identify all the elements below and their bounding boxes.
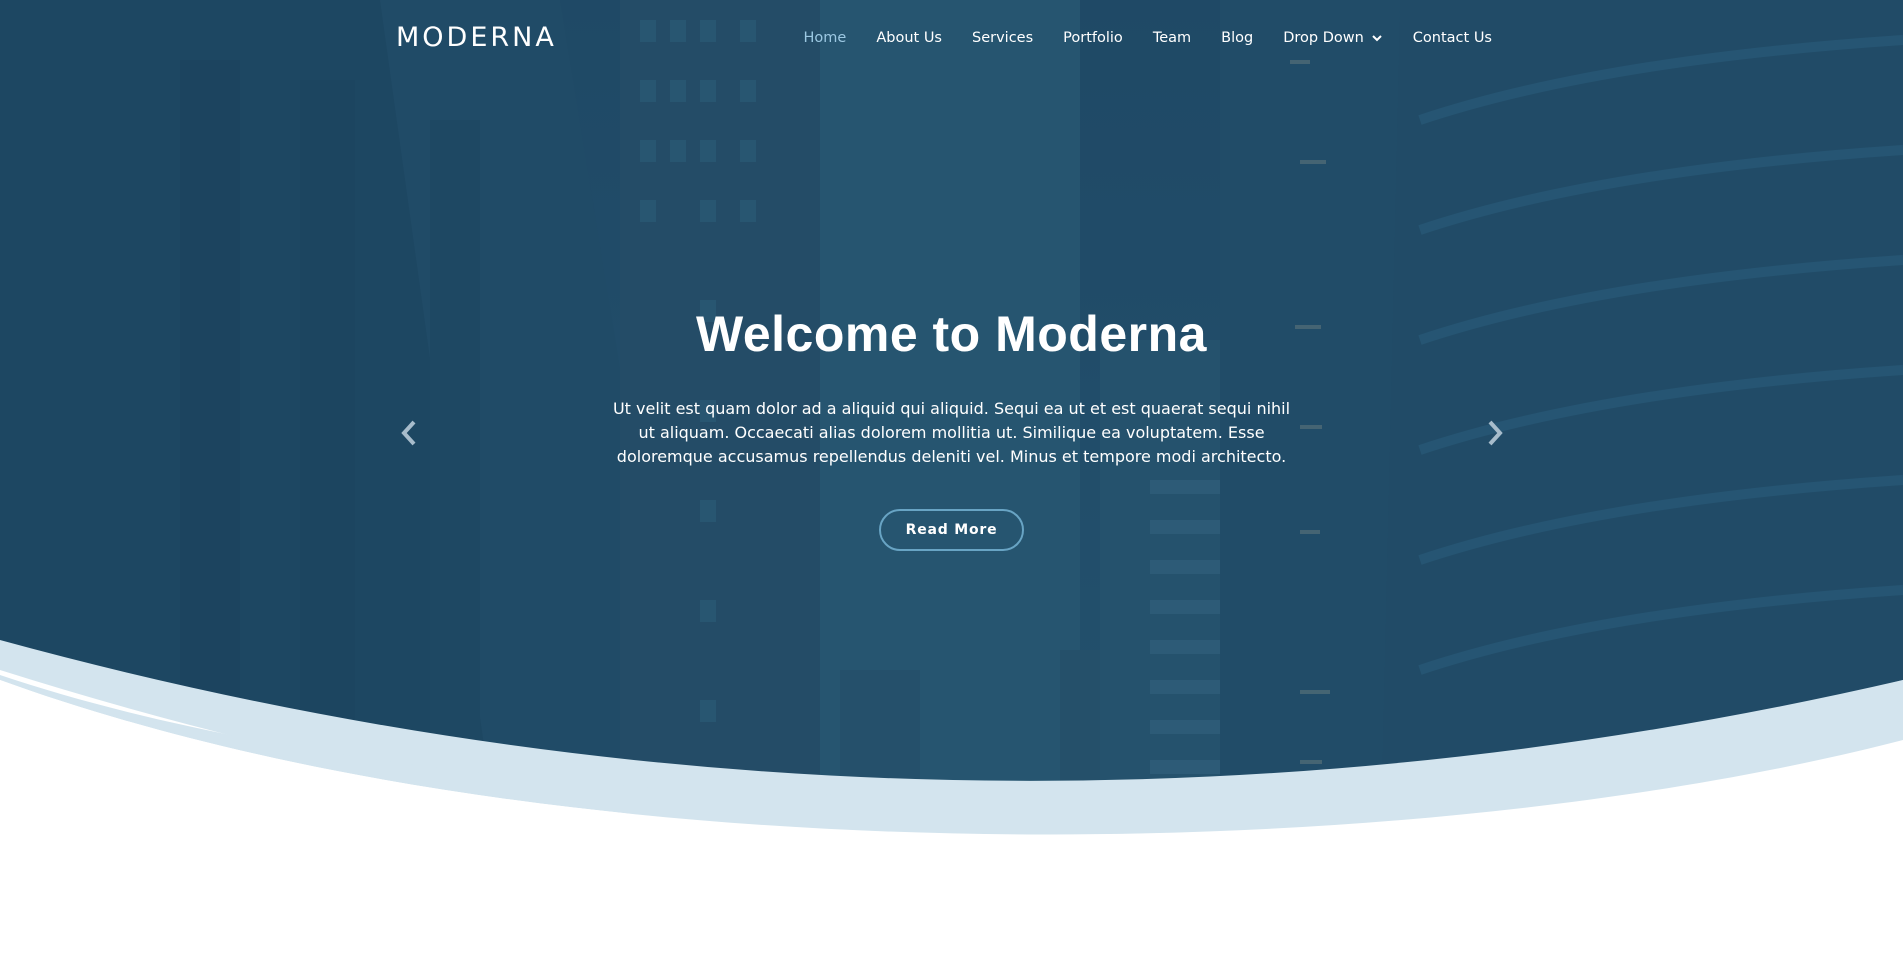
nav-contact-us-label: Contact Us	[1412, 30, 1492, 46]
nav-home[interactable]: Home	[804, 30, 847, 46]
nav-drop-down-label: Drop Down	[1283, 30, 1364, 46]
nav-home-label: Home	[803, 30, 847, 46]
nav-about-us[interactable]: About Us	[876, 30, 942, 46]
nav-services-label: Services	[972, 30, 1034, 46]
main-nav: Home About Us Services Portfolio Team Bl…	[774, 30, 1492, 46]
chevron-down-icon	[1372, 35, 1382, 42]
hero-description: Ut velit est quam dolor ad a aliquid qui…	[612, 399, 1291, 466]
nav-services[interactable]: Services	[972, 30, 1033, 46]
nav-blog-label: Blog	[1221, 30, 1254, 46]
nav-portfolio-label: Portfolio	[1063, 30, 1123, 46]
nav-contact-us[interactable]: Contact Us	[1413, 30, 1492, 46]
nav-about-us-label: About Us	[876, 30, 942, 46]
site-logo[interactable]: MODERNA	[396, 22, 557, 53]
hero-content: Welcome to Moderna Ut velit est quam dol…	[0, 305, 1903, 551]
site-header: MODERNA Home About Us Services Portfolio…	[0, 0, 1903, 80]
nav-team[interactable]: Team	[1153, 30, 1191, 46]
nav-team-label: Team	[1152, 30, 1192, 46]
nav-drop-down[interactable]: Drop Down	[1283, 30, 1383, 46]
nav-blog[interactable]: Blog	[1221, 30, 1253, 46]
read-more-button[interactable]: Read More	[879, 509, 1024, 551]
hero-title: Welcome to Moderna	[696, 306, 1207, 362]
nav-portfolio[interactable]: Portfolio	[1063, 30, 1123, 46]
hero-wave-overlay	[0, 675, 1903, 965]
